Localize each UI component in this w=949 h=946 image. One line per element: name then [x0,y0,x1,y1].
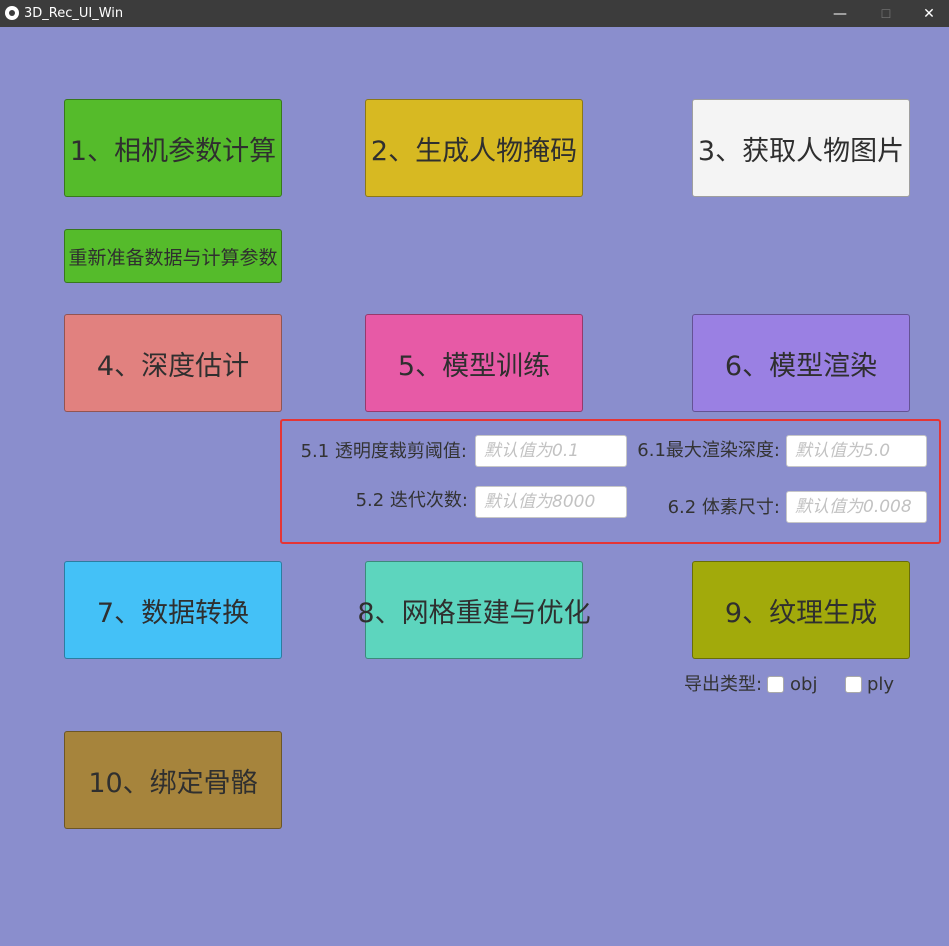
unity-app-icon [5,6,19,20]
export-obj-label: obj [790,674,818,695]
iterations-label: 5.2 迭代次数: [355,490,468,511]
reprepare-data-button[interactable]: 重新准备数据与计算参数 [64,229,282,283]
export-obj-checkbox[interactable] [767,676,784,693]
export-ply-checkbox[interactable] [845,676,862,693]
depth-estimation-button[interactable]: 4、深度估计 [64,314,282,412]
texture-generation-button[interactable]: 9、纹理生成 [692,561,910,659]
window-title: 3D_Rec_UI_Win [24,6,124,21]
title-bar: 3D_Rec_UI_Win — ☐ ✕ [0,0,949,27]
person-images-button[interactable]: 3、获取人物图片 [692,99,910,197]
alpha-clip-input[interactable] [475,435,627,467]
model-training-button[interactable]: 5、模型训练 [365,314,583,412]
camera-params-button[interactable]: 1、相机参数计算 [64,99,282,197]
minimize-button[interactable]: — [817,0,863,27]
voxel-size-input[interactable] [786,491,927,523]
export-type-label: 导出类型: [684,674,763,695]
model-rendering-button[interactable]: 6、模型渲染 [692,314,910,412]
max-render-depth-input[interactable] [786,435,927,467]
max-render-depth-label: 6.1最大渲染深度: [637,440,780,461]
mesh-rebuild-button[interactable]: 8、网格重建与优化 [357,561,591,659]
iterations-input[interactable] [475,486,627,518]
alpha-clip-label: 5.1 透明度裁剪阈值: [300,441,467,462]
bind-skeleton-button[interactable]: 10、绑定骨骼 [64,731,282,829]
data-conversion-button[interactable]: 7、数据转换 [64,561,282,659]
close-button[interactable]: ✕ [909,0,949,27]
person-mask-button[interactable]: 2、生成人物掩码 [365,99,583,197]
voxel-size-label: 6.2 体素尺寸: [667,497,780,518]
maximize-button[interactable]: ☐ [863,0,909,27]
export-ply-label: ply [867,674,895,695]
